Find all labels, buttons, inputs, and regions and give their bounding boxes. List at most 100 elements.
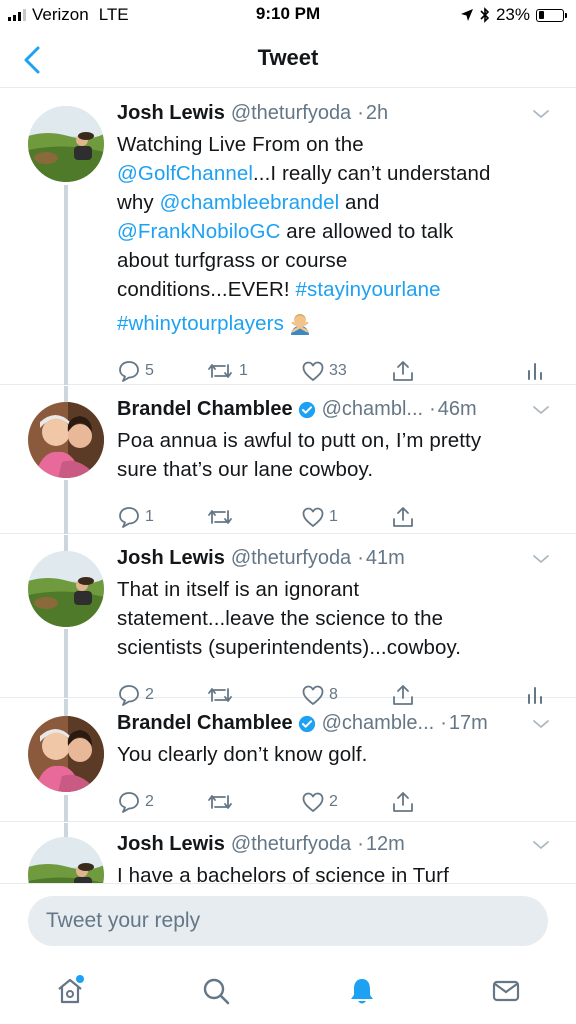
back-button[interactable] (14, 40, 54, 80)
tab-notifications[interactable] (342, 971, 382, 1011)
avatar[interactable] (28, 402, 104, 478)
separator-dot: · (357, 102, 364, 124)
heart-icon (302, 361, 324, 381)
reply-action[interactable]: 1 (117, 504, 154, 530)
reply-action[interactable]: 5 (117, 358, 154, 384)
chevron-down-icon[interactable] (532, 404, 550, 416)
text-segment: about turfgrass or course (117, 249, 348, 272)
tweet-text-line: scientists (superintendents)...cowboy. (117, 633, 557, 662)
separator-dot: · (429, 398, 436, 420)
avatar[interactable] (28, 837, 104, 883)
author-name[interactable]: Josh Lewis (117, 102, 225, 125)
thread-connector (64, 699, 68, 716)
tweet-text-line: about turfgrass or course (117, 246, 557, 275)
battery-icon (536, 8, 567, 22)
tweet[interactable]: Josh Lewis @theturfyoda · 2h Watching Live F… (0, 89, 576, 385)
text-segment: Poa annua is awful to putt on, I’m prett… (117, 429, 482, 452)
tweet-text-line: Poa annua is awful to putt on, I’m prett… (117, 426, 557, 455)
analytics-icon (528, 363, 542, 380)
status-bar: Verizon LTE 9:10 PM 23% (0, 0, 576, 30)
tweet[interactable]: Josh Lewis @theturfyoda · 41m That in itself… (0, 535, 576, 706)
tweet-text-line: Watching Live From on the (117, 130, 557, 159)
reply-count: 5 (145, 362, 154, 379)
text-segment: scientists (superintendents)...cowboy. (117, 636, 462, 659)
separator-dot: · (357, 833, 364, 855)
share-action[interactable] (391, 358, 415, 384)
tab-search[interactable] (196, 971, 236, 1011)
location-arrow-icon (460, 9, 473, 21)
conversation-thread[interactable]: Josh Lewis @theturfyoda · 2h Watching Live F… (0, 89, 576, 883)
chevron-down-icon[interactable] (532, 553, 550, 565)
mention-link[interactable]: @FrankNobiloGC (117, 220, 280, 243)
mention-link[interactable]: @chambleebrandel (160, 191, 340, 214)
tweet-text-line: @FrankNobiloGC are allowed to talk (117, 217, 557, 246)
tweet-timestamp: 41m (365, 547, 405, 569)
avatar[interactable] (28, 106, 104, 182)
like-count: 1 (329, 508, 338, 525)
thread-connector (64, 795, 68, 822)
like-action[interactable]: 33 (301, 358, 347, 384)
tweet-header: Brandel Chamblee @chamble... · 17m (117, 712, 488, 735)
analytics-action[interactable] (525, 358, 545, 384)
verified-badge-icon (298, 401, 315, 418)
reply-icon (119, 792, 139, 813)
retweet-action[interactable] (205, 789, 235, 815)
chevron-down-icon[interactable] (532, 108, 550, 120)
status-left: Verizon LTE (8, 5, 129, 25)
tab-home[interactable] (50, 971, 90, 1011)
avatar[interactable] (28, 551, 104, 627)
tweet-actions: 22 (117, 789, 557, 815)
separator-dot: · (440, 712, 447, 734)
author-handle: @theturfyoda (230, 547, 352, 569)
like-action[interactable]: 2 (301, 789, 338, 815)
author-handle: @chamble... (321, 712, 435, 734)
tweet-text: I have a bachelors of science in Turf (117, 861, 557, 883)
battery-fill (538, 11, 544, 19)
author-handle: @theturfyoda (230, 102, 352, 124)
chevron-left-icon (24, 46, 40, 74)
hashtag-link[interactable]: #stayinyourlane (296, 278, 441, 301)
like-count: 33 (329, 362, 347, 379)
heart-icon (302, 507, 324, 527)
author-name[interactable]: Josh Lewis (117, 833, 225, 856)
reply-action[interactable]: 2 (117, 789, 154, 815)
tweet[interactable]: Josh Lewis @theturfyoda · 12m I have a bache… (0, 823, 576, 883)
reply-icon (119, 507, 139, 528)
battery-percent: 23% (495, 5, 530, 24)
text-segment: are allowed to talk (280, 220, 454, 243)
separator-dot: · (357, 547, 364, 569)
author-name[interactable]: Brandel Chamblee (117, 712, 293, 735)
chevron-down-icon[interactable] (532, 839, 550, 851)
retweet-action[interactable] (205, 504, 235, 530)
thread-connector (64, 386, 68, 402)
text-segment: statement...leave the science to the (117, 607, 444, 630)
tweet[interactable]: Brandel Chamblee @chamble... · 17m You clear… (0, 699, 576, 822)
hashtag-link[interactable]: #whinytourplayers (117, 312, 284, 335)
author-name[interactable]: Josh Lewis (117, 547, 225, 570)
tweet-timestamp: 17m (448, 712, 488, 734)
mention-link[interactable]: @GolfChannel (117, 162, 253, 185)
tweet-timestamp: 12m (365, 833, 405, 855)
text-segment: I have a bachelors of science in Turf (117, 864, 449, 883)
tweet-text: Poa annua is awful to putt on, I’m prett… (117, 426, 557, 484)
reply-input[interactable] (28, 896, 548, 946)
author-handle: @chambl... (321, 398, 424, 420)
tweet-actions: 11 (117, 504, 557, 530)
tweet-header: Josh Lewis @theturfyoda · 2h (117, 102, 388, 125)
share-icon (393, 792, 413, 812)
text-segment: why (117, 191, 160, 214)
reply-bar (0, 883, 576, 961)
chevron-down-icon[interactable] (532, 718, 550, 730)
thread-connector (64, 480, 68, 534)
nav-bar: Tweet (0, 30, 576, 88)
retweet-action[interactable]: 1 (205, 358, 248, 384)
tab-messages[interactable] (486, 971, 526, 1011)
like-action[interactable]: 1 (301, 504, 338, 530)
author-name[interactable]: Brandel Chamblee (117, 398, 293, 421)
like-count: 2 (329, 793, 338, 810)
tweet-text-line: That in itself is an ignorant (117, 575, 557, 604)
tweet[interactable]: Brandel Chamblee @chambl... · 46m Poa annua … (0, 386, 576, 534)
share-action[interactable] (391, 789, 415, 815)
share-action[interactable] (391, 504, 415, 530)
avatar[interactable] (28, 716, 104, 792)
